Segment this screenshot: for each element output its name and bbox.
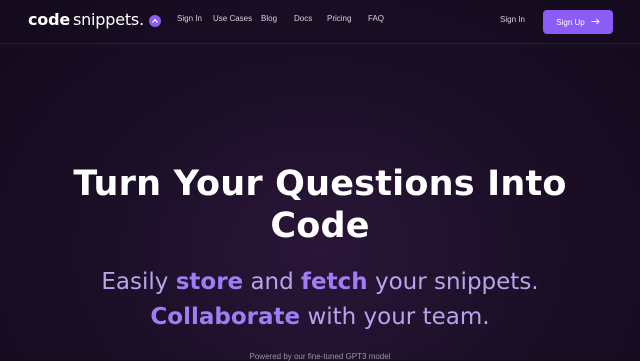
- navbar-divider: [0, 43, 640, 44]
- nav-link-use-cases[interactable]: Use Cases: [213, 14, 261, 23]
- hero-title: Turn Your Questions Into Code: [0, 163, 640, 247]
- hero-title-line-2: Code: [270, 206, 370, 246]
- sign-up-label: Sign Up: [556, 17, 585, 27]
- hero-subtitle: Easily store and fetch your snippets. Co…: [0, 265, 640, 335]
- logo-text-bold: code: [28, 10, 70, 29]
- nav-link-blog[interactable]: Blog: [261, 14, 294, 23]
- arrow-right-icon: [591, 17, 600, 27]
- hero-subtitle-line-1: Easily store and fetch your snippets.: [0, 265, 640, 300]
- subtitle-text: Easily: [101, 269, 169, 295]
- logo[interactable]: code snippets.: [28, 10, 161, 29]
- nav-link-pricing[interactable]: Pricing: [327, 14, 368, 23]
- hero-title-line-1: Turn Your Questions Into: [73, 164, 567, 204]
- subtitle-text: and: [250, 269, 294, 295]
- nav-link-sign-in[interactable]: Sign In: [177, 14, 213, 23]
- subtitle-highlight-fetch: fetch: [301, 269, 368, 295]
- nav-link-docs[interactable]: Docs: [294, 14, 327, 23]
- subtitle-text: with your team.: [307, 304, 490, 330]
- subtitle-text: your snippets.: [374, 269, 539, 295]
- nav-link-faq[interactable]: FAQ: [368, 14, 398, 23]
- top-navbar: code snippets. Sign In Use Cases Blog Doc…: [0, 0, 640, 44]
- subtitle-highlight-collaborate: Collaborate: [150, 304, 301, 330]
- subtitle-highlight-store: store: [175, 269, 244, 295]
- nav-links: Sign In Use Cases Blog Docs Pricing FAQ: [177, 14, 398, 23]
- chevron-up-icon: [148, 14, 161, 27]
- sign-in-link[interactable]: Sign In: [500, 15, 525, 24]
- logo-text-light: snippets.: [72, 10, 144, 29]
- sign-up-button[interactable]: Sign Up: [543, 10, 613, 34]
- hero-subtitle-line-2: Collaborate with your team.: [0, 300, 640, 335]
